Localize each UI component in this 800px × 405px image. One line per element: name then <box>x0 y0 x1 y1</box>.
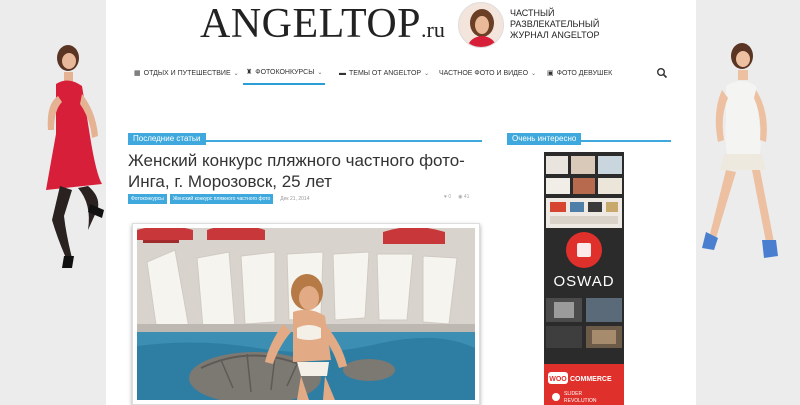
tagline-line-1: ЧАСТНЫЙ <box>510 8 555 18</box>
header-tagline: ЧАСТНЫЙ РАЗВЛЕКАТЕЛЬНЫЙ ЖУРНАЛ ANGELTOP <box>510 8 600 41</box>
tagline-line-3: ЖУРНАЛ ANGELTOP <box>510 30 600 40</box>
logo-suffix-text: .ru <box>421 17 445 42</box>
tagline-line-2: РАЗВЛЕКАТЕЛЬНЫЙ <box>510 19 600 29</box>
nav-item-photo-contests[interactable]: ♜ ФОТОКОНКУРСЫ ⌄ <box>243 61 326 85</box>
nav-item-topics[interactable]: ▬ ТЕМЫ ОТ ANGELTOP ⌄ <box>339 61 429 85</box>
chat-icon: ▬ <box>339 69 346 77</box>
latest-articles-header: Последние статьи <box>128 128 482 145</box>
likes-count: 0 <box>448 194 452 200</box>
nav-item-label: ЧАСТНОЕ ФОТО И ВИДЕО <box>439 69 529 77</box>
latest-articles-label: Последние статьи <box>128 133 206 145</box>
trophy-icon: ♜ <box>246 69 253 76</box>
image-icon: ▣ <box>547 70 554 77</box>
nav-item-private-photo-video[interactable]: ЧАСТНОЕ ФОТО И ВИДЕО ⌄ <box>439 61 536 85</box>
likes-count-wrap: ♥ 0 <box>444 194 451 200</box>
site-logo[interactable]: ANGELTOP.ru <box>200 2 445 52</box>
logo-main-text: ANGELTOP <box>200 1 422 47</box>
right-side-model-image <box>696 42 788 276</box>
post-title[interactable]: Женский конкурс пляжного частного фото- … <box>128 150 490 192</box>
search-icon[interactable] <box>656 66 668 79</box>
ad-revolution-text: REVOLUTION <box>564 398 597 404</box>
post-featured-photo[interactable] <box>132 223 480 405</box>
chevron-down-icon: ⌄ <box>424 70 430 77</box>
post-date: Дек 21, 2014 <box>280 196 310 202</box>
ad-slider-text: SLIDER <box>564 391 582 397</box>
nav-item-label: ФОТО ДЕВУШЕК <box>556 69 613 77</box>
post-tag[interactable]: Фотоконкурсы <box>128 194 167 204</box>
heart-icon: ♥ <box>444 194 447 200</box>
post-tag[interactable]: Женский конкурс пляжного частного фото <box>169 194 274 204</box>
main-nav: ▦ ОТДЫХ И ПУТЕШЕСТВИЕ ⌄ ♜ ФОТОКОНКУРСЫ ⌄… <box>130 61 678 85</box>
nav-item-girls-photo[interactable]: ▣ ФОТО ДЕВУШЕК <box>547 61 612 85</box>
ad-brand-text: OSWAD <box>553 273 614 290</box>
nav-item-label: ТЕМЫ ОТ ANGELTOP <box>349 69 422 77</box>
chevron-down-icon: ⌄ <box>317 69 323 76</box>
eye-icon: ◉ <box>458 194 463 200</box>
sidebar-label: Очень интересно <box>507 133 582 145</box>
post-stats: ♥ 0 ◉ 41 <box>444 194 469 200</box>
views-count-wrap: ◉ 41 <box>458 194 469 200</box>
sidebar-ad-banner[interactable]: OSWAD WOO COMMERCE SLIDER REVOLUTION <box>544 152 624 405</box>
chevron-down-icon: ⌄ <box>531 70 537 77</box>
site-header: ANGELTOP.ru ЧАСТНЫЙ РАЗВЛЕКАТЕЛЬНЫЙ ЖУРН… <box>106 0 696 56</box>
sidebar-header: Очень интересно <box>507 128 671 145</box>
nav-item-label: ФОТОКОНКУРСЫ <box>255 68 315 76</box>
post-meta: Фотоконкурсы Женский конкурс пляжного ча… <box>128 194 309 204</box>
nav-item-travel[interactable]: ▦ ОТДЫХ И ПУТЕШЕСТВИЕ ⌄ <box>134 61 239 85</box>
views-count: 41 <box>463 194 470 200</box>
ad-woo-prefix-text: WOO <box>549 376 567 383</box>
map-icon: ▦ <box>134 70 141 77</box>
left-side-model-image <box>38 44 110 276</box>
chevron-down-icon: ⌄ <box>233 70 239 77</box>
header-avatar <box>458 2 504 48</box>
nav-item-label: ОТДЫХ И ПУТЕШЕСТВИЕ <box>143 69 231 77</box>
page-content: ANGELTOP.ru ЧАСТНЫЙ РАЗВЛЕКАТЕЛЬНЫЙ ЖУРН… <box>106 0 696 405</box>
ad-woo-text: COMMERCE <box>570 376 612 383</box>
